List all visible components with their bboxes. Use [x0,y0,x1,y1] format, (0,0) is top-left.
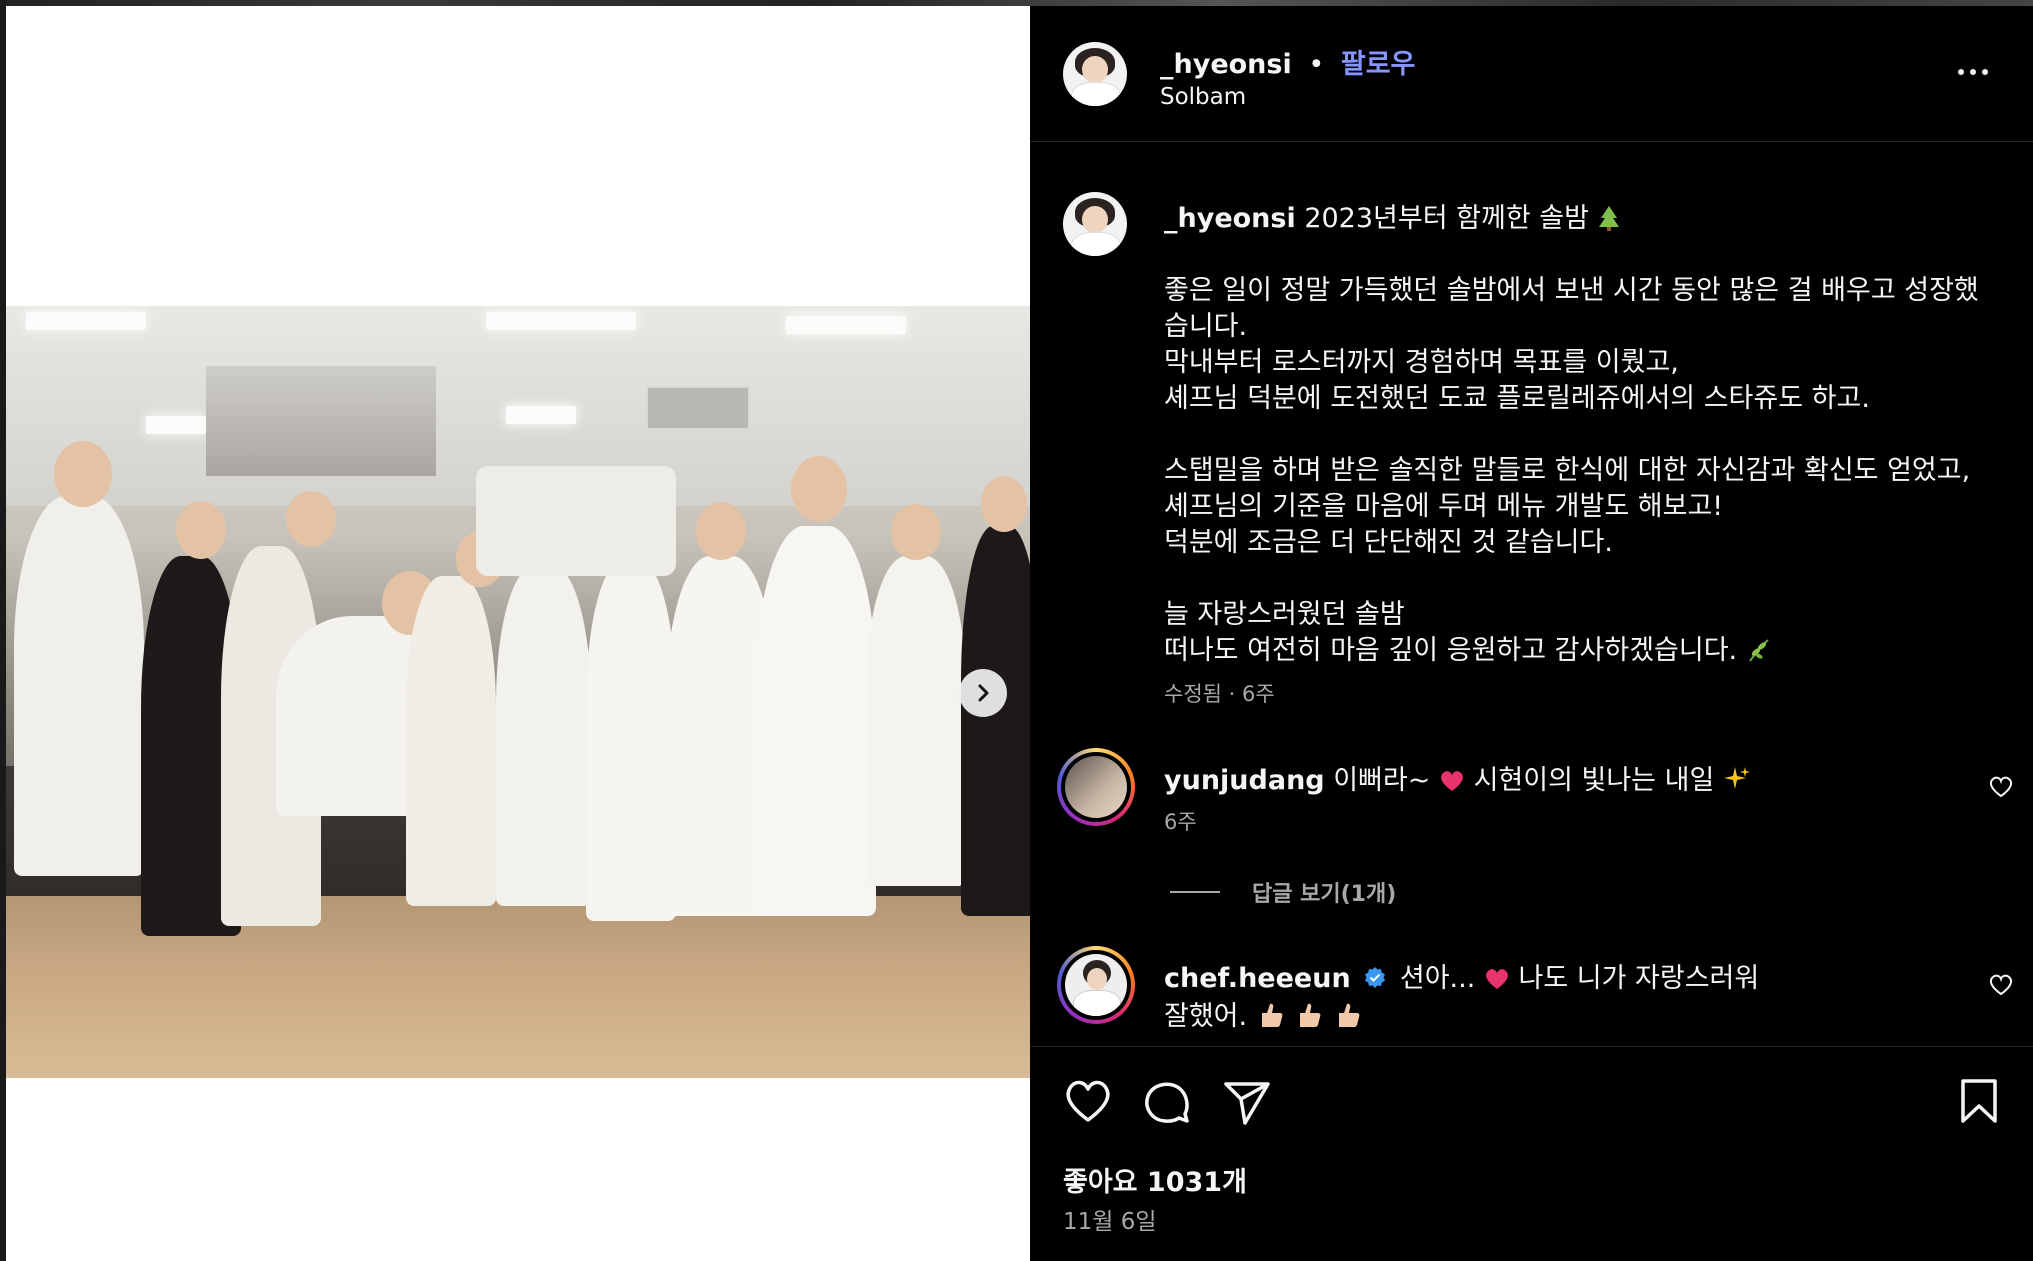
caption-meta: 수정됨 · 6주 [1164,682,1275,706]
comment-text: chef.heeeun 션아... 나도 니가 자랑스러워 [1164,956,1759,995]
actions-divider [1030,1046,2033,1047]
likes-count[interactable]: 좋아요 1031개 [1063,1160,1247,1199]
person [14,496,144,876]
post-location[interactable]: Solbam [1160,84,1246,110]
comment-button[interactable] [1143,1078,1191,1126]
thumbs-up-emoji-icon [1300,1003,1321,1027]
caption-username[interactable]: _hyeonsi [1164,203,1296,234]
caption-line: 스탭밀을 하며 받은 솔직한 말들로 한식에 대한 자신감과 확신도 얻었고, [1164,455,1971,486]
person [406,576,496,906]
photo-light [786,316,906,334]
comment-like-icon[interactable] [1988,972,2014,998]
commenter-avatar [1065,954,1127,1016]
post-header-line: _hyeonsi • 팔로우 [1160,42,1415,81]
person-face [54,441,112,507]
share-button[interactable] [1223,1080,1271,1126]
like-button[interactable] [1063,1078,1113,1124]
comment-username[interactable]: chef.heeeun [1164,963,1351,994]
more-options-icon [1958,69,1988,75]
caption-line: 셰프님 덕분에 도전했던 도쿄 플로릴레쥬에서의 스타쥬도 하고. [1164,383,1870,414]
save-button[interactable] [1959,1078,1999,1124]
comment-line2-text: 잘했어. [1164,1001,1248,1032]
person-face [696,502,746,560]
post-date[interactable]: 11월 6일 [1063,1202,1157,1236]
photo-light [146,416,206,434]
commenter-avatar [1065,756,1127,818]
follow-button[interactable]: 팔로우 [1341,49,1416,80]
author-username[interactable]: _hyeonsi [1160,49,1292,80]
ceiling-vent [646,386,750,430]
photo-light [26,312,146,330]
person [866,556,966,886]
header-divider [1030,141,2033,142]
comment-text-a: 션아... [1399,963,1476,994]
commenter-avatar-ring[interactable] [1057,946,1135,1024]
verified-badge-icon [1365,967,1386,988]
person [961,526,1030,916]
post-media [6,6,1030,1261]
person [756,526,876,916]
caption-head: _hyeonsi 2023년부터 함께한 솔밤 [1164,196,1620,235]
thumbs-up-emoji-icon [1261,1003,1283,1027]
chevron-right-icon [978,684,989,702]
caption-last-line: 떠나도 여전히 마음 깊이 응원하고 감사하겠습니다. [1164,628,1772,667]
tree-emoji-icon [1598,206,1619,231]
pink-heart-emoji-icon [1485,969,1508,989]
person [496,566,591,906]
caption-line: 떠나도 여전히 마음 깊이 응원하고 감사하겠습니다. [1164,635,1738,666]
thumbs-up-emoji-icon [1338,1003,1360,1027]
person-face [286,491,336,547]
caption-line: 셰프님의 기준을 마음에 두며 메뉴 개발도 해보고! [1164,491,1724,522]
caption-line: 좋은 일이 정말 가득했던 솔밤에서 보낸 시간 동안 많은 걸 배우고 성장했 [1164,275,1979,306]
comment-text: yunjudang 이뻐라~ 시현이의 빛나는 내일 [1164,758,1751,797]
person-face [176,501,226,559]
comment-line2: 잘했어. [1164,994,1363,1033]
paper-plane-icon [1224,1082,1270,1125]
caption-line: 늘 자랑스러웠던 솔밤 [1164,599,1405,630]
person [586,561,676,921]
sparkles-emoji-icon [1723,767,1750,789]
view-replies-button[interactable]: 답글 보기(1개) [1252,876,1396,908]
bookmark-icon [1961,1079,1997,1123]
more-options-button[interactable] [1955,60,1991,84]
banner-cloth [476,466,676,576]
comment-text-b: 나도 니가 자랑스러워 [1518,963,1760,994]
heart-icon [1066,1080,1110,1122]
person-face [791,456,847,522]
photo-light [506,406,576,424]
photo-light [486,312,636,330]
comment-text-b: 시현이의 빛나는 내일 [1473,765,1715,796]
caption-head-text: 2023년부터 함께한 솔밤 [1304,203,1589,234]
author-avatar[interactable] [1063,42,1127,106]
comment-like-icon[interactable] [1988,774,2014,800]
post-photo[interactable] [6,306,1030,1078]
caption-line: 덕분에 조금은 더 단단해진 것 같습니다. [1164,527,1613,558]
next-image-button[interactable] [959,669,1007,717]
comment-time[interactable]: 6주 [1164,806,1197,836]
comment-text-a: 이뻐라~ [1333,765,1431,796]
comment-username[interactable]: yunjudang [1164,765,1325,796]
person-face [981,476,1027,532]
person-face [891,504,941,560]
commenter-avatar-ring[interactable] [1057,748,1135,826]
herb-emoji-icon [1748,639,1769,662]
pink-heart-emoji-icon [1441,771,1463,791]
separator-dot: • [1308,49,1325,80]
caption-line: 습니다. [1164,311,1248,342]
range-hood [206,366,436,476]
post-side-panel: _hyeonsi • 팔로우 Solbam _hyeonsi 2023년부터 함… [1030,6,2033,1261]
caption-author-avatar[interactable] [1063,192,1127,256]
replies-line [1170,891,1220,893]
comment-bubble-icon [1145,1082,1189,1123]
caption-line: 막내부터 로스터까지 경험하며 목표를 이뤘고, [1164,347,1679,378]
